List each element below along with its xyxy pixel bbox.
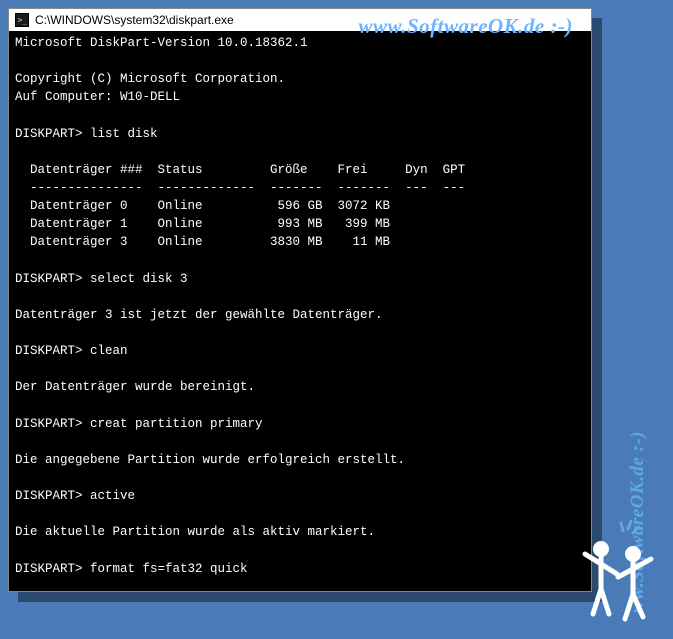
prompt: DISKPART> <box>15 344 83 358</box>
msg-active: Die aktuelle Partition wurde als aktiv m… <box>15 525 375 539</box>
copyright-line: Copyright (C) Microsoft Corporation. <box>15 72 285 86</box>
window-title: C:\WINDOWS\system32\diskpart.exe <box>35 13 234 27</box>
version-line: Microsoft DiskPart-Version 10.0.18362.1 <box>15 36 308 50</box>
computer-line: Auf Computer: W10-DELL <box>15 90 180 104</box>
msg-created: Die angegebene Partition wurde erfolgrei… <box>15 453 405 467</box>
disk-row: Datenträger 0 Online 596 GB 3072 KB <box>15 199 390 213</box>
prompt: DISKPART> <box>15 127 83 141</box>
cmd-create: creat partition primary <box>90 417 263 431</box>
prompt: DISKPART> <box>15 417 83 431</box>
cmd-list-disk: list disk <box>90 127 158 141</box>
disk-row: Datenträger 3 Online 3830 MB 11 MB <box>15 235 390 249</box>
cmd-select: select disk 3 <box>90 272 188 286</box>
svg-text:>_: >_ <box>18 16 28 25</box>
console-window: >_ C:\WINDOWS\system32\diskpart.exe Micr… <box>8 8 592 592</box>
dancing-figures-icon <box>573 519 663 629</box>
watermark-top: www.SoftwareOK.de :-) <box>359 14 573 39</box>
prompt: DISKPART> <box>15 562 83 576</box>
prompt: DISKPART> <box>15 489 83 503</box>
table-divider: --------------- ------------- ------- --… <box>15 181 465 195</box>
console-output[interactable]: Microsoft DiskPart-Version 10.0.18362.1 … <box>9 31 591 591</box>
cmd-active: active <box>90 489 135 503</box>
msg-cleaned: Der Datenträger wurde bereinigt. <box>15 380 255 394</box>
disk-row: Datenträger 1 Online 993 MB 399 MB <box>15 217 390 231</box>
cmd-icon: >_ <box>15 13 29 27</box>
cmd-clean: clean <box>90 344 128 358</box>
table-header: Datenträger ### Status Größe Frei Dyn GP… <box>15 163 465 177</box>
prompt: DISKPART> <box>15 272 83 286</box>
msg-selected: Datenträger 3 ist jetzt der gewählte Dat… <box>15 308 383 322</box>
cmd-format: format fs=fat32 quick <box>90 562 248 576</box>
